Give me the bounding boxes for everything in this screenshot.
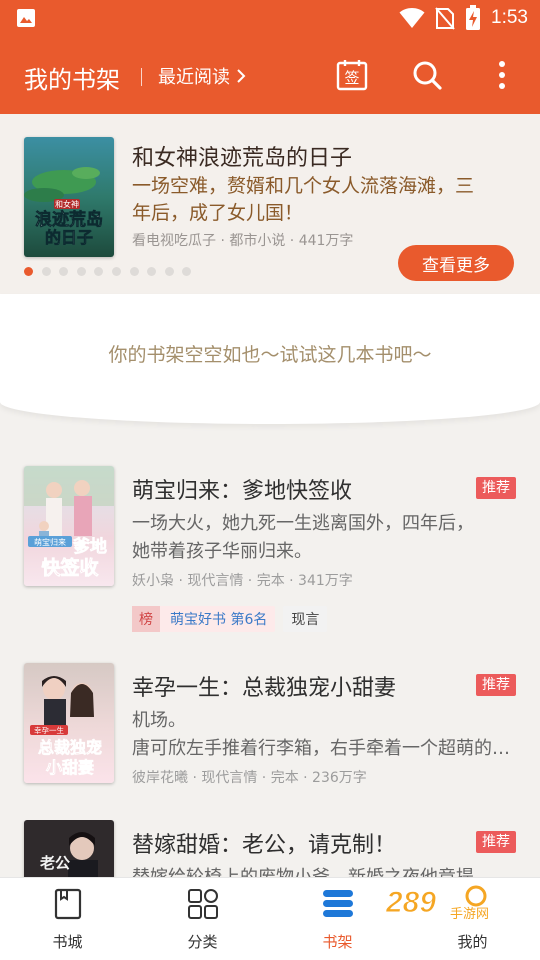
description-line: 一场空难，赘婿和几个女人流落海滩，三 bbox=[132, 175, 475, 197]
nav-label: 书架 bbox=[322, 933, 353, 951]
grid-icon bbox=[187, 889, 218, 919]
no-sim-icon bbox=[435, 7, 455, 30]
description-line: 她带着孩子华丽归来。 bbox=[132, 541, 312, 562]
chevron-right-icon bbox=[237, 69, 246, 83]
ranking-tag[interactable]: 榜 萌宝好书 第6名 bbox=[132, 606, 276, 632]
page-title: 我的书架 bbox=[24, 66, 120, 94]
carousel-dot[interactable] bbox=[164, 267, 174, 276]
description-line: 唐可欣左手推着行李箱，右手牵着一个超萌的孩子 bbox=[132, 738, 512, 759]
sign-in-button[interactable]: 签 bbox=[334, 56, 370, 94]
book-title[interactable]: 替嫁甜婚：老公，请克制！ bbox=[132, 827, 396, 859]
recent-reading-link[interactable]: 最近阅读 bbox=[158, 63, 246, 89]
description-line: 机场。 bbox=[132, 710, 186, 731]
description-line: 替嫁给轮椅上的废物小爷，新婚之夜他竟提 bbox=[132, 864, 512, 877]
svg-text:签: 签 bbox=[344, 69, 359, 87]
book-meta: 妖小枭 · 现代言情 · 完本 · 341万字 bbox=[132, 573, 353, 589]
carousel-dot[interactable] bbox=[76, 267, 86, 276]
genre-tag[interactable]: 现言 bbox=[283, 606, 328, 632]
recommend-badge: 推荐 bbox=[476, 674, 516, 696]
clock: 1:53 bbox=[491, 7, 528, 28]
book-cover[interactable]: 幸孕一生 总裁独宠 小甜妻 bbox=[24, 663, 114, 783]
recommend-badge: 推荐 bbox=[476, 477, 516, 499]
featured-book-description: 一场空难，赘婿和几个女人流落海滩，三 年后，成了女儿国！ bbox=[132, 173, 504, 227]
app-bar: 我的书架 最近阅读 签 bbox=[0, 36, 540, 114]
sign-in-icon: 签 bbox=[336, 60, 368, 91]
nav-item-bookstore[interactable]: 书城 bbox=[0, 878, 135, 960]
empty-shelf-message: 你的书架空空如也～试试这几本书吧～ bbox=[108, 344, 432, 366]
empty-shelf-panel: 你的书架空空如也～试试这几本书吧～ bbox=[0, 294, 540, 424]
shelf-icon bbox=[322, 890, 353, 917]
view-more-button[interactable]: 查看更多 bbox=[398, 245, 514, 281]
nav-label: 我的 bbox=[457, 933, 488, 951]
status-bar: 1:53 bbox=[0, 0, 540, 36]
nav-label: 分类 bbox=[187, 933, 218, 951]
wifi-icon bbox=[399, 8, 425, 28]
cover-text: 浪迹荒岛 bbox=[35, 209, 103, 230]
svg-text:手游网: 手游网 bbox=[450, 907, 489, 922]
title-divider bbox=[141, 68, 142, 86]
carousel-dot[interactable] bbox=[111, 267, 121, 276]
book-tags: 榜 萌宝好书 第6名 现言 bbox=[132, 606, 328, 632]
featured-banner[interactable]: 和女神 浪迹荒岛 的日子 和女神浪迹荒岛的日子 一场空难，赘婿和几个女人流落海滩… bbox=[0, 114, 540, 294]
svg-text:289: 289 bbox=[385, 886, 436, 919]
cover-text: 萌宝归来 bbox=[34, 537, 66, 547]
gallery-notification-icon bbox=[17, 9, 35, 27]
recent-reading-label: 最近阅读 bbox=[158, 67, 230, 88]
carousel-dot[interactable] bbox=[24, 267, 33, 276]
book-description: 替嫁给轮椅上的废物小爷，新婚之夜他竟提 bbox=[132, 864, 512, 877]
nav-item-categories[interactable]: 分类 bbox=[135, 878, 270, 960]
carousel-dot[interactable] bbox=[94, 267, 104, 276]
carousel-dot[interactable] bbox=[129, 267, 139, 276]
watermark-logo: 289 手游网 bbox=[385, 885, 489, 922]
search-button[interactable] bbox=[409, 56, 445, 94]
book-description: 一场大火，她九死一生逃离国外，四年后， 她带着孩子华丽归来。 bbox=[132, 510, 512, 566]
book-description: 机场。 唐可欣左手推着行李箱，右手牵着一个超萌的孩子 bbox=[132, 707, 512, 763]
ranking-icon: 榜 bbox=[132, 606, 160, 632]
cover-text: 幸孕一生 bbox=[34, 725, 64, 735]
carousel-dot[interactable] bbox=[147, 267, 157, 276]
ranking-text: 萌宝好书 第6名 bbox=[170, 612, 268, 628]
featured-book-title[interactable]: 和女神浪迹荒岛的日子 bbox=[132, 140, 352, 172]
book-title[interactable]: 幸孕一生：总裁独宠小甜妻 bbox=[132, 670, 396, 702]
cover-text: 的日子 bbox=[45, 228, 93, 247]
cover-text: 总裁独宠 bbox=[38, 738, 102, 757]
more-vertical-icon bbox=[499, 61, 505, 89]
search-icon bbox=[413, 61, 442, 90]
cover-text: 爹地 bbox=[72, 536, 107, 557]
book-cover[interactable]: 萌宝归来 爹地 快签收 bbox=[24, 466, 114, 586]
list-item[interactable]: 幸孕一生 总裁独宠 小甜妻 幸孕一生：总裁独宠小甜妻 推荐 机场。 唐可欣左手推… bbox=[0, 663, 540, 793]
cover-text: 老公 bbox=[39, 854, 70, 872]
carousel-indicator[interactable] bbox=[24, 267, 192, 276]
featured-book-cover[interactable]: 和女神 浪迹荒岛 的日子 bbox=[24, 137, 114, 257]
cover-text: 小甜妻 bbox=[46, 758, 94, 777]
nav-label: 书城 bbox=[52, 933, 83, 951]
featured-book-meta: 看电视吃瓜子 · 都市小说 · 441万字 bbox=[132, 233, 354, 249]
book-cover[interactable]: 老公 bbox=[24, 820, 114, 877]
description-line: 年后，成了女儿国！ bbox=[132, 202, 304, 224]
list-item[interactable]: 老公 替嫁甜婚：老公，请克制！ 推荐 替嫁给轮椅上的废物小爷，新婚之夜他竟提 bbox=[0, 820, 540, 877]
carousel-dot[interactable] bbox=[182, 267, 192, 276]
cover-text: 快签收 bbox=[41, 556, 98, 579]
book-title[interactable]: 萌宝归来：爹地快签收 bbox=[132, 473, 352, 505]
recommend-badge: 推荐 bbox=[476, 831, 516, 853]
description-line: 一场大火，她九死一生逃离国外，四年后， bbox=[132, 513, 474, 534]
cover-text: 和女神 bbox=[55, 199, 79, 209]
battery-charging-icon bbox=[466, 5, 481, 30]
more-menu-button[interactable] bbox=[484, 56, 520, 94]
book-meta: 彼岸花曦 · 现代言情 · 完本 · 236万字 bbox=[132, 770, 367, 786]
carousel-dot[interactable] bbox=[59, 267, 69, 276]
list-item[interactable]: 萌宝归来 爹地 快签收 萌宝归来：爹地快签收 推荐 一场大火，她九死一生逃离国外… bbox=[0, 466, 540, 636]
book-icon bbox=[54, 888, 81, 920]
carousel-dot[interactable] bbox=[41, 267, 51, 276]
